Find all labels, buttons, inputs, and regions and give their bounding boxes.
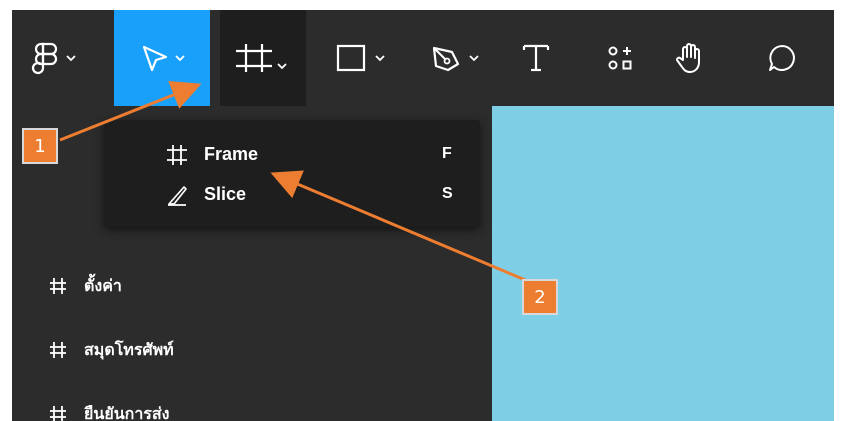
resources-icon (608, 46, 632, 70)
rectangle-icon (336, 44, 385, 72)
figma-logo-icon (31, 42, 76, 75)
frame-hash-icon (50, 342, 66, 358)
comment-icon (769, 45, 795, 71)
frame-shortcut: F (442, 145, 452, 162)
frame-tool-button[interactable] (220, 10, 306, 106)
move-cursor-icon (142, 45, 185, 72)
slice-shortcut: S (442, 185, 453, 202)
frame-menu-label: Frame (204, 144, 259, 164)
slice-menu-item[interactable]: Slice S (104, 178, 480, 212)
layer-item[interactable]: ตั้งค่า (12, 266, 492, 306)
frame-hash-icon (236, 44, 287, 72)
frame-hash-icon (50, 278, 66, 294)
text-tool-button[interactable] (508, 10, 564, 106)
frame-tool-dropdown: Frame F Slice S (104, 120, 480, 227)
frame-hash-icon (167, 145, 187, 165)
comment-tool-button[interactable] (752, 10, 812, 106)
layer-label: ยืนยันการส่ง (84, 405, 170, 421)
figma-app-window: ตั้งค่า สมุดโทรศัพท์ ยืนยันการส่ง Frame … (12, 10, 834, 421)
main-menu-button[interactable] (14, 10, 114, 106)
chevron-down-icon (277, 63, 287, 70)
layer-label: สมุดโทรศัพท์ (84, 341, 174, 359)
text-icon (522, 44, 550, 72)
pen-tool-button[interactable] (412, 10, 498, 106)
resources-button[interactable] (592, 10, 648, 106)
layer-label: ตั้งค่า (84, 277, 122, 295)
chevron-down-icon (469, 55, 479, 62)
chevron-down-icon (175, 55, 185, 62)
hand-tool-button[interactable] (660, 10, 720, 106)
shape-tool-button[interactable] (318, 10, 404, 106)
hand-icon (676, 43, 700, 73)
annotation-badge-2: 2 (522, 279, 558, 315)
chevron-down-icon (66, 55, 76, 62)
layer-item[interactable]: สมุดโทรศัพท์ (12, 330, 492, 370)
layer-item[interactable]: ยืนยันการส่ง (12, 394, 492, 421)
frame-hash-icon (50, 406, 66, 421)
slice-knife-icon (168, 186, 187, 206)
top-toolbar (12, 10, 834, 106)
pen-icon (432, 46, 479, 72)
move-tool-button[interactable] (114, 10, 210, 106)
frame-menu-item[interactable]: Frame F (104, 138, 480, 172)
design-canvas[interactable] (492, 106, 834, 421)
slice-menu-label: Slice (204, 184, 247, 204)
annotation-badge-1: 1 (22, 128, 58, 164)
chevron-down-icon (375, 55, 385, 62)
